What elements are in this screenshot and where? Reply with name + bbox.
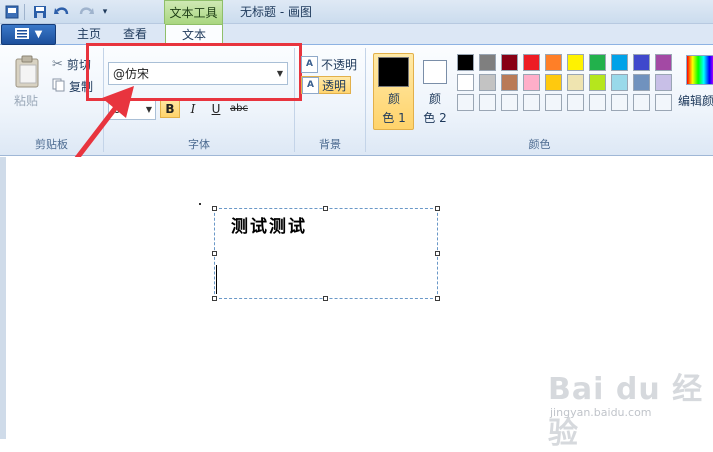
transparent-label: 透明	[322, 78, 347, 93]
color-swatch[interactable]	[633, 74, 650, 91]
transparent-option[interactable]: A 透明	[301, 76, 352, 94]
color2-swatch[interactable]	[423, 60, 447, 84]
quick-access-separator	[24, 4, 25, 20]
tab-view[interactable]: 查看	[112, 24, 158, 45]
color-swatch[interactable]	[655, 54, 672, 71]
text-caret	[216, 265, 217, 294]
color-swatch[interactable]	[589, 74, 606, 91]
redo-icon[interactable]	[78, 4, 94, 20]
opaque-label: 不透明	[321, 57, 358, 72]
canvas-text: 测试测试	[231, 217, 307, 237]
color-swatch[interactable]	[479, 94, 496, 111]
color1-label: 颜 色 1	[382, 92, 406, 125]
color-swatch[interactable]	[501, 54, 518, 71]
color-palette	[457, 54, 677, 111]
window-title: 无标题 - 画图	[240, 5, 312, 19]
color-swatch[interactable]	[545, 94, 562, 111]
app-icon[interactable]	[4, 4, 20, 20]
resize-handle[interactable]	[323, 296, 328, 301]
color-swatch[interactable]	[479, 74, 496, 91]
customize-quick-access-icon[interactable]: ▾	[97, 4, 113, 20]
resize-handle[interactable]	[435, 296, 440, 301]
resize-handle[interactable]	[212, 206, 217, 211]
color-swatch[interactable]	[611, 74, 628, 91]
color-swatch[interactable]	[567, 54, 584, 71]
resize-handle[interactable]	[323, 206, 328, 211]
color-swatch[interactable]	[523, 74, 540, 91]
edit-colors-icon[interactable]	[686, 55, 713, 85]
resize-handle[interactable]	[212, 251, 217, 256]
color-swatch[interactable]	[611, 54, 628, 71]
color-swatch[interactable]	[523, 54, 540, 71]
color-swatch[interactable]	[501, 74, 518, 91]
paste-icon[interactable]	[12, 55, 42, 88]
canvas-left-edge	[0, 157, 6, 439]
italic-button[interactable]: I	[183, 99, 203, 118]
undo-icon[interactable]	[54, 4, 70, 20]
strikethrough-button[interactable]: abc	[229, 99, 249, 118]
color-swatch[interactable]	[457, 94, 474, 111]
app-menu-icon	[14, 27, 29, 42]
color-swatch[interactable]	[589, 54, 606, 71]
save-icon[interactable]	[32, 4, 48, 20]
bold-button[interactable]: B	[160, 99, 180, 118]
color-swatch[interactable]	[457, 54, 474, 71]
resize-handle[interactable]	[435, 251, 440, 256]
watermark: Bai du 经验 jingyan.baidu.com	[548, 360, 713, 451]
colors-group-label: 颜色	[528, 138, 551, 151]
color-swatch[interactable]	[545, 74, 562, 91]
color-swatch[interactable]	[655, 94, 672, 111]
chevron-down-icon: ▼	[34, 29, 43, 40]
color-swatch[interactable]	[457, 74, 474, 91]
color-swatch[interactable]	[479, 54, 496, 71]
opaque-icon: A	[301, 55, 318, 73]
canvas-dot	[199, 203, 201, 205]
color2-label[interactable]: 颜 色 2	[421, 90, 449, 128]
app-menu-button[interactable]: ▼	[1, 24, 56, 45]
transparent-icon: A	[302, 76, 319, 94]
underline-button[interactable]: U	[206, 99, 226, 118]
color-swatch[interactable]	[523, 94, 540, 111]
color-swatch[interactable]	[567, 94, 584, 111]
color1-swatch	[378, 57, 409, 87]
color-swatch[interactable]	[611, 94, 628, 111]
text-tools-context-label: 文本工具	[164, 0, 223, 24]
color-swatch[interactable]	[589, 94, 606, 111]
tab-home[interactable]: 主页	[62, 24, 116, 45]
paste-button-label[interactable]: 粘贴	[8, 92, 44, 109]
color-swatch[interactable]	[633, 54, 650, 71]
watermark-url-text: jingyan.baidu.com	[550, 406, 652, 419]
edit-colors-label[interactable]: 编辑颜	[678, 92, 713, 109]
color-swatch[interactable]	[655, 74, 672, 91]
background-group-label: 背景	[319, 138, 341, 151]
resize-handle[interactable]	[212, 296, 217, 301]
color-swatch[interactable]	[545, 54, 562, 71]
color-swatch[interactable]	[501, 94, 518, 111]
resize-handle[interactable]	[435, 206, 440, 211]
scissors-icon: ✂	[52, 56, 63, 72]
color-swatch[interactable]	[567, 74, 584, 91]
opaque-option[interactable]: A 不透明	[301, 55, 357, 73]
color-swatch[interactable]	[633, 94, 650, 111]
